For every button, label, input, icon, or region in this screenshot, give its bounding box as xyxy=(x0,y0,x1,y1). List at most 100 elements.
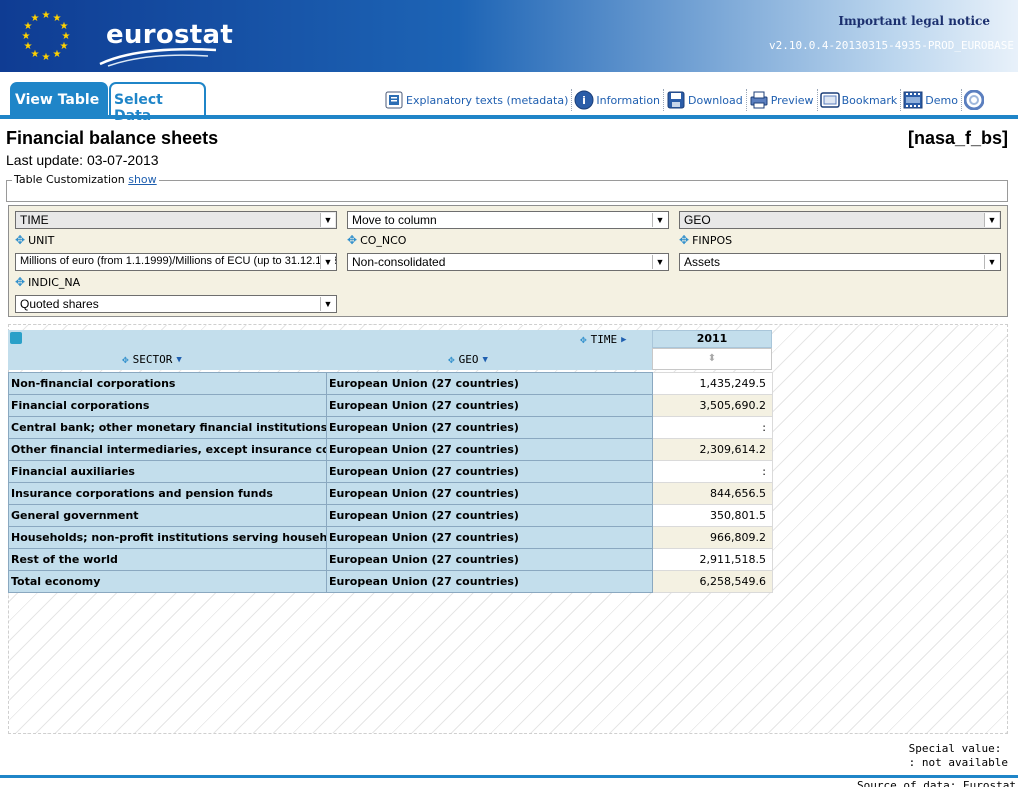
conco-value: Non-consolidated xyxy=(352,255,446,269)
special-value-item: : not available xyxy=(908,756,1008,769)
move-to-select[interactable]: Move to column ▼ xyxy=(347,211,669,229)
unit-value: Millions of euro (from 1.1.1999)/Million… xyxy=(20,255,337,267)
move-handle-icon: ✥ xyxy=(679,233,690,247)
time-dimension-value: TIME xyxy=(20,213,49,227)
sort-toggle[interactable]: ⬍ xyxy=(652,348,772,370)
preview-icon xyxy=(749,90,769,110)
chevron-down-icon: ▼ xyxy=(984,213,999,227)
table-row: Central bank; other monetary financial i… xyxy=(8,416,773,439)
geo-cell: European Union (27 countries) xyxy=(326,394,653,417)
indic-select[interactable]: Quoted shares ▼ xyxy=(15,295,337,313)
geo-dimension-select[interactable]: GEO ▼ xyxy=(679,211,1001,229)
svg-text:★: ★ xyxy=(24,41,33,52)
value-cell: 1,435,249.5 xyxy=(652,372,773,395)
svg-text:★: ★ xyxy=(22,31,31,42)
version-label: v2.10.0.4-20130315-4935-PROD_EUROBASE xyxy=(768,39,1014,52)
value-cell: : xyxy=(652,460,773,483)
table-row: Non-financial corporations European Unio… xyxy=(8,372,773,395)
table-row: Insurance corporations and pension funds… xyxy=(8,482,773,505)
move-to-value: Move to column xyxy=(352,213,437,227)
unit-label-text: UNIT xyxy=(28,233,55,247)
chevron-down-icon: ▼ xyxy=(320,297,335,311)
legal-notice-link[interactable]: Important legal notice xyxy=(838,14,990,28)
geo-cell: European Union (27 countries) xyxy=(326,526,653,549)
svg-text:★: ★ xyxy=(53,49,62,60)
unit-dimension-label[interactable]: ✥ UNIT xyxy=(15,233,54,247)
geo-cell: European Union (27 countries) xyxy=(326,460,653,483)
move-handle-icon: ✥ xyxy=(347,233,358,247)
indic-dimension-label[interactable]: ✥ INDIC_NA xyxy=(15,275,80,289)
table-customization-label: Table Customization xyxy=(14,173,125,186)
special-value-title: Special value: xyxy=(908,742,1002,755)
value-cell: 844,656.5 xyxy=(652,482,773,505)
table-customization-legend: Table Customization show xyxy=(12,173,159,186)
time-axis-handle[interactable]: ✥ TIME ▶ xyxy=(580,333,627,346)
geo-axis-handle[interactable]: ✥ GEO ▼ xyxy=(448,353,488,366)
time-dimension-select[interactable]: TIME ▼ xyxy=(15,211,337,229)
eurostat-header: ★ ★ ★ ★ ★ ★ ★ ★ ★ ★ ★ ★ eurostat Importa… xyxy=(0,0,1018,72)
tab-select-data[interactable]: Select Data xyxy=(109,82,206,124)
source-note: Source of data: Eurostat xyxy=(857,779,1016,787)
information-label: Information xyxy=(596,93,661,107)
table-row: Total economy European Union (27 countri… xyxy=(8,570,773,593)
move-handle-icon: ✥ xyxy=(15,275,26,289)
chevron-right-icon: ▶ xyxy=(621,334,627,345)
sector-cell: Other financial intermediaries, except i… xyxy=(8,438,327,461)
svg-text:★: ★ xyxy=(42,52,51,63)
sector-cell: Non-financial corporations xyxy=(8,372,327,395)
help-icon xyxy=(963,90,984,110)
download-button[interactable]: Download xyxy=(666,89,747,111)
finpos-value: Assets xyxy=(684,255,721,269)
toolbar: Explanatory texts (metadata) i Informati… xyxy=(384,88,991,112)
sector-cell: General government xyxy=(8,504,327,527)
metadata-icon xyxy=(384,90,404,110)
geo-cell: European Union (27 countries) xyxy=(326,482,653,505)
row-header-area xyxy=(8,330,652,370)
svg-text:★: ★ xyxy=(42,10,51,21)
sector-cell: Households; non-profit institutions serv… xyxy=(8,526,327,549)
chevron-down-icon: ▼ xyxy=(652,213,667,227)
sort-arrows-icon: ⬍ xyxy=(707,353,717,364)
value-cell: 2,309,614.2 xyxy=(652,438,773,461)
demo-button[interactable]: Demo xyxy=(903,89,962,111)
information-button[interactable]: i Information xyxy=(574,89,665,111)
geo-cell: European Union (27 countries) xyxy=(326,416,653,439)
metadata-label: Explanatory texts (metadata) xyxy=(406,93,569,107)
sector-cell: Rest of the world xyxy=(8,548,327,571)
preview-button[interactable]: Preview xyxy=(749,89,818,111)
customization-show-link[interactable]: show xyxy=(128,173,156,186)
svg-text:★: ★ xyxy=(31,13,40,24)
footer-divider xyxy=(0,775,1018,778)
bookmark-button[interactable]: Bookmark xyxy=(819,89,902,111)
download-label: Download xyxy=(688,93,743,107)
finpos-dimension-label[interactable]: ✥ FINPOS xyxy=(679,233,732,247)
value-cell: 350,801.5 xyxy=(652,504,773,527)
last-update: Last update: 03-07-2013 xyxy=(6,152,159,168)
value-cell: 966,809.2 xyxy=(652,526,773,549)
bookmark-icon xyxy=(819,90,840,110)
indic-value: Quoted shares xyxy=(20,297,99,311)
chevron-down-icon: ▼ xyxy=(984,255,999,269)
download-icon xyxy=(666,90,686,110)
conco-select[interactable]: Non-consolidated ▼ xyxy=(347,253,669,271)
preview-label: Preview xyxy=(770,93,814,107)
tab-view-table[interactable]: View Table xyxy=(10,82,108,117)
metadata-button[interactable]: Explanatory texts (metadata) xyxy=(384,89,573,111)
indic-label-text: INDIC_NA xyxy=(28,275,81,289)
year-column-header[interactable]: 2011 xyxy=(652,330,772,348)
time-axis-label: TIME xyxy=(590,333,618,346)
sector-cell: Total economy xyxy=(8,570,327,593)
table-options-icon[interactable] xyxy=(10,332,22,344)
move-handle-icon: ✥ xyxy=(15,233,26,247)
help-button[interactable] xyxy=(963,89,989,111)
conco-dimension-label[interactable]: ✥ CO_NCO xyxy=(347,233,406,247)
value-cell: 6,258,549.6 xyxy=(652,570,773,593)
unit-select[interactable]: Millions of euro (from 1.1.1999)/Million… xyxy=(15,253,337,271)
chevron-down-icon: ▼ xyxy=(482,354,488,365)
eu-flag-stars-icon: ★ ★ ★ ★ ★ ★ ★ ★ ★ ★ ★ ★ xyxy=(22,10,71,63)
sector-axis-handle[interactable]: ✥ SECTOR ▼ xyxy=(122,353,182,366)
value-cell: : xyxy=(652,416,773,439)
chevron-down-icon: ▼ xyxy=(176,354,182,365)
finpos-select[interactable]: Assets ▼ xyxy=(679,253,1001,271)
sector-cell: Financial corporations xyxy=(8,394,327,417)
